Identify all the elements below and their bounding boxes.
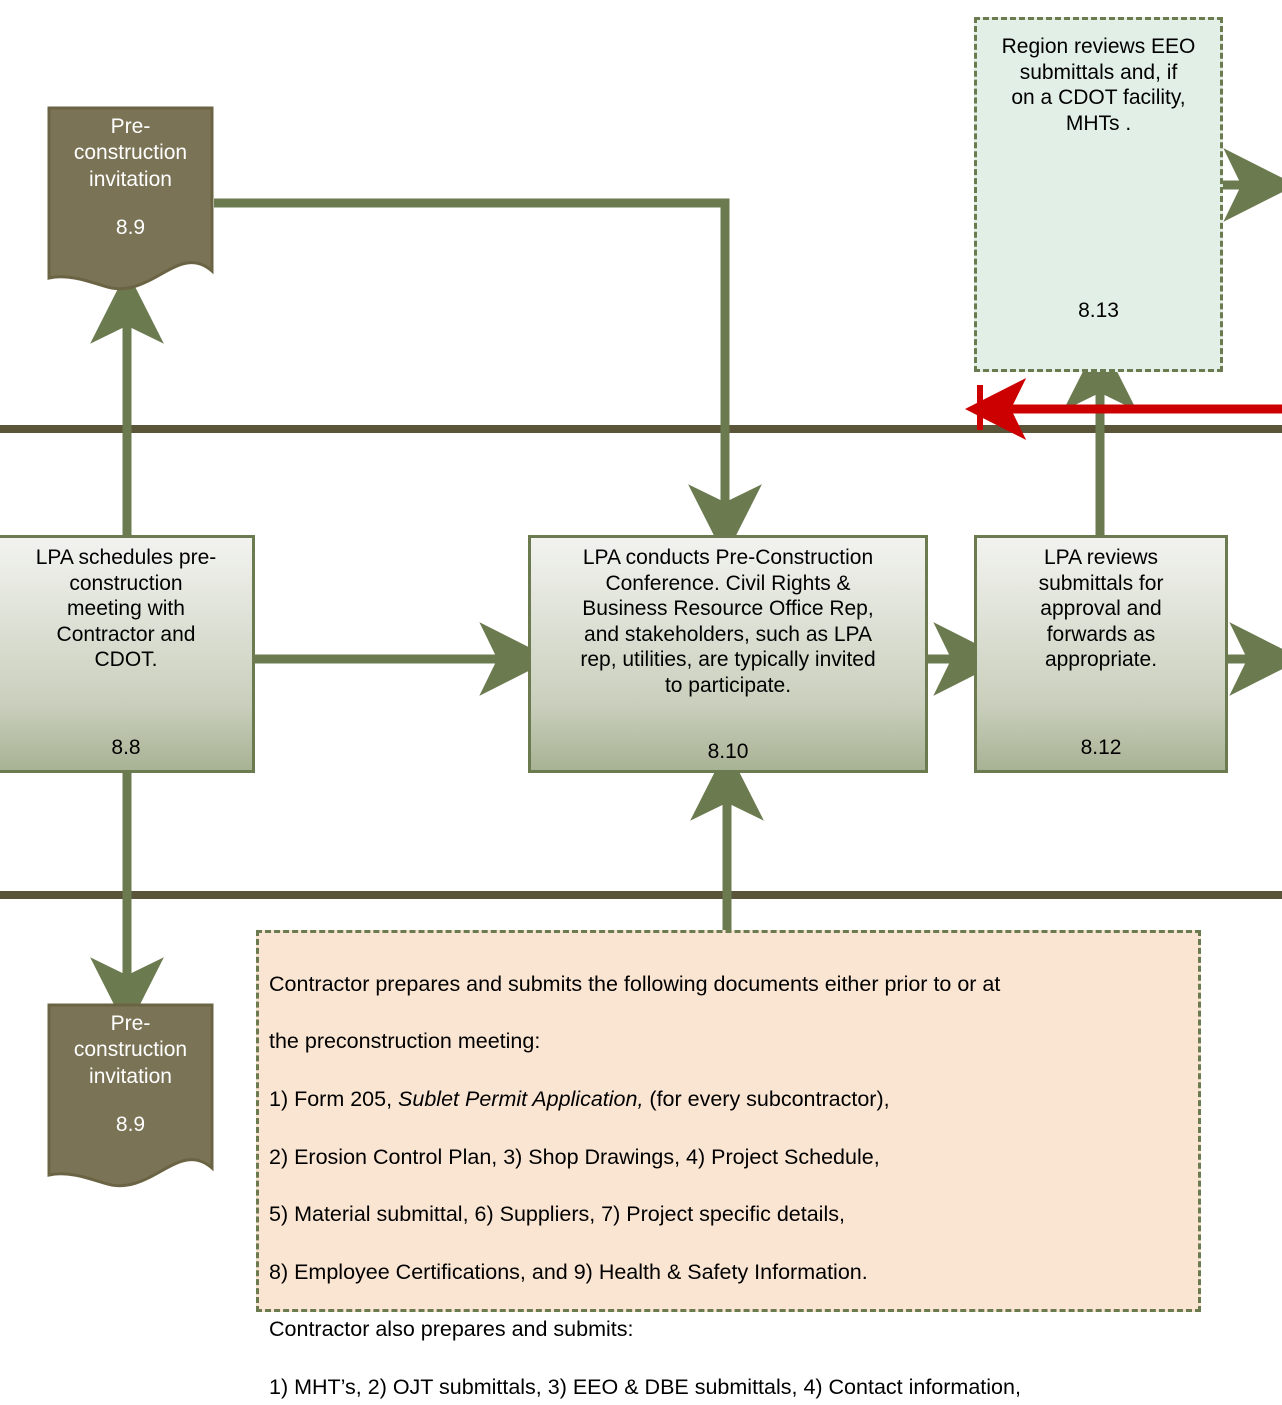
node-ref: 8.8 xyxy=(111,735,141,759)
connector-doc-top-to-lpa-conducts xyxy=(214,198,762,558)
node-ref: 8.12 xyxy=(1080,735,1122,759)
note-line-4: 2) Erosion Control Plan, 3) Shop Drawing… xyxy=(269,1144,880,1169)
node-lpa-schedules-preconstruction-meeting[interactable]: LPA schedules pre- construction meeting … xyxy=(0,535,255,773)
document-ref: 8.9 xyxy=(115,215,146,239)
node-lpa-reviews-submittals[interactable]: LPA reviews submittals for approval and … xyxy=(974,535,1228,773)
note-line-3-prefix: 1) Form 205, xyxy=(269,1086,399,1111)
node-lpa-conducts-preconstruction-conference[interactable]: LPA conducts Pre-Construction Conference… xyxy=(528,535,928,773)
note-line-8: 1) MHT’s, 2) OJT submittals, 3) EEO & DB… xyxy=(269,1374,1021,1399)
note-line-3: 1) Form 205, Sublet Permit Application, … xyxy=(269,1085,1188,1114)
node-region-reviews-eeo-submittals[interactable]: Region reviews EEO submittals and, if on… xyxy=(974,17,1223,372)
node-label: Region reviews EEO submittals and, if on… xyxy=(1001,35,1196,135)
note-line-7: Contractor also prepares and submits: xyxy=(269,1317,634,1342)
node-contractor-prepares-submits-documents[interactable]: Contractor prepares and submits the foll… xyxy=(256,930,1201,1399)
document-label: Pre- construction invitation xyxy=(73,115,188,191)
note-line-3-italic-title: Sublet Permit Application, xyxy=(398,1086,644,1111)
node-ref: 8.10 xyxy=(707,739,749,763)
document-label: Pre- construction invitation xyxy=(73,1012,188,1088)
flowchart-canvas: Pre- construction invitation 8.9 Region … xyxy=(0,0,1282,1405)
note-line-1: Contractor prepares and submits the foll… xyxy=(269,971,1001,996)
note-text-block: Contractor prepares and submits the foll… xyxy=(269,941,1188,1405)
note-line-2: the preconstruction meeting: xyxy=(269,1029,541,1054)
node-label: LPA reviews submittals for approval and … xyxy=(1038,546,1164,672)
note-line-5: 5) Material submittal, 6) Suppliers, 7) … xyxy=(269,1202,845,1227)
node-label: LPA conducts Pre-Construction Conference… xyxy=(580,546,876,698)
note-line-3-suffix: (for every subcontractor), xyxy=(643,1086,890,1111)
note-line-6: 8) Employee Certifications, and 9) Healt… xyxy=(269,1259,868,1284)
document-ref: 8.9 xyxy=(115,1112,146,1136)
node-ref: 8.13 xyxy=(1078,298,1119,322)
node-label: LPA schedules pre- construction meeting … xyxy=(35,546,217,672)
node-document-preconstruction-invitation-top[interactable]: Pre- construction invitation 8.9 xyxy=(47,106,214,296)
node-document-preconstruction-invitation-bottom[interactable]: Pre- construction invitation 8.9 xyxy=(47,1003,214,1193)
